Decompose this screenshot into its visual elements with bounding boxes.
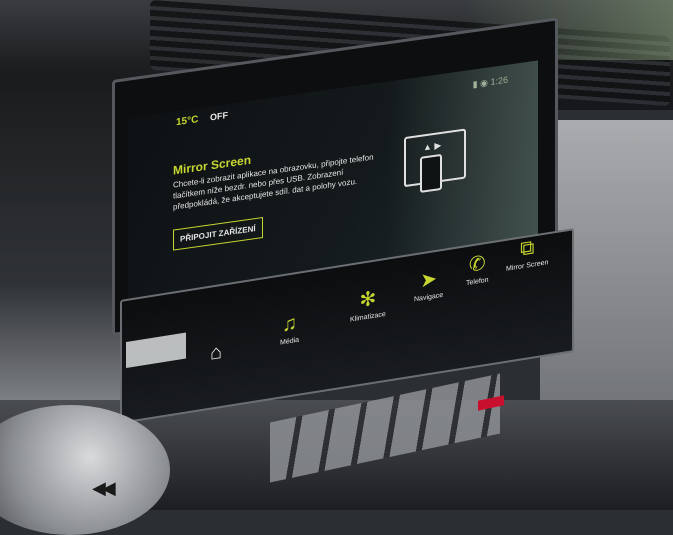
touchbar-item-mirror-screen[interactable]: ⧉ Mirror Screen xyxy=(506,234,548,272)
touchbar-item-climate[interactable]: ✻ Klimatizace xyxy=(350,286,386,324)
touchbar-item-navigation[interactable]: ➤ Navigace xyxy=(414,267,443,304)
left-interior-panel xyxy=(0,80,130,420)
touchbar-item-media[interactable]: ♫ Média xyxy=(280,312,299,347)
ac-temperature: 15°C xyxy=(176,114,199,129)
phone-icon: ✆ xyxy=(468,252,486,277)
touchbar-item-phone[interactable]: ✆ Telefon xyxy=(466,252,489,288)
phone-illustration-icon xyxy=(420,153,442,193)
mirror-screen-icon: ⧉ xyxy=(520,236,535,261)
fan-icon: ✻ xyxy=(359,287,377,313)
ac-state: OFF xyxy=(210,109,228,123)
music-icon: ♫ xyxy=(282,311,298,337)
rewind-icon: ◀◀ xyxy=(92,478,116,498)
navigation-icon: ➤ xyxy=(420,267,437,293)
touchbar-item-home[interactable]: ⌂ xyxy=(210,341,222,365)
connect-device-button[interactable]: PŘIPOJIT ZAŘÍZENÍ xyxy=(173,217,263,251)
touchbar-label: Média xyxy=(280,336,300,347)
touchbar-label: Klimatizace xyxy=(350,310,386,324)
home-icon: ⌂ xyxy=(210,340,223,365)
touchbar-label: Navigace xyxy=(414,291,444,304)
touchbar-label: Telefon xyxy=(466,276,489,288)
